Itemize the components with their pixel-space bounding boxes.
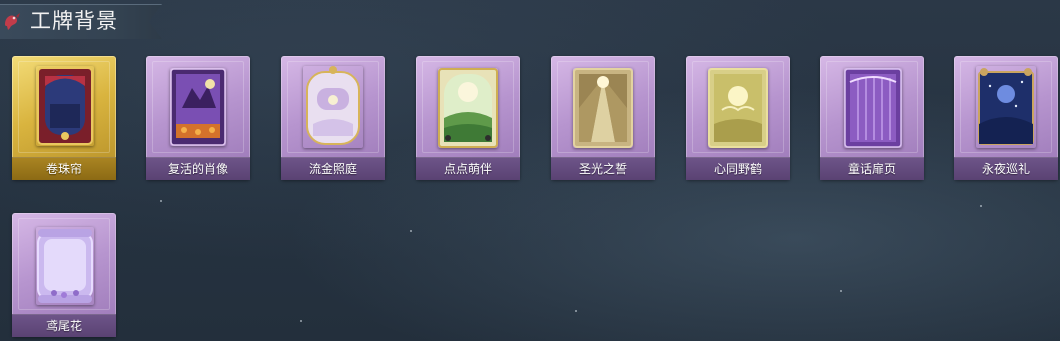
fairytale-page-icon [844, 68, 902, 148]
card-label: 永夜巡礼 [981, 162, 1030, 176]
curtain-portrait-icon [37, 67, 93, 145]
card-wild-crane[interactable]: 心同野鹤 [686, 56, 790, 180]
page-title: 工牌背景 [30, 9, 118, 33]
card-label: 复活的肖像 [167, 162, 228, 176]
red-bird-emblem-icon [2, 10, 22, 32]
card-iris[interactable]: 鸢尾花 [12, 213, 116, 337]
card-eternal-night[interactable]: 永夜巡礼 [954, 56, 1058, 180]
card-label: 点点萌伴 [443, 162, 492, 176]
section-header: 工牌背景 [0, 4, 162, 39]
card-fairytale-page[interactable]: 童话扉页 [820, 56, 924, 180]
golden-courtyard-icon [306, 66, 360, 145]
holy-light-icon [573, 68, 633, 148]
card-label: 圣光之誓 [578, 162, 627, 176]
card-label: 鸢尾花 [45, 319, 82, 333]
card-curtain[interactable]: 卷珠帘 [12, 56, 116, 180]
card-label: 卷珠帘 [45, 162, 82, 176]
eternal-night-icon [978, 68, 1034, 145]
green-meadow-icon [438, 68, 498, 148]
iris-flower-icon [37, 229, 93, 303]
card-golden-courtyard[interactable]: 流金照庭 [281, 56, 385, 180]
wild-crane-icon [708, 68, 768, 148]
card-label: 流金照庭 [308, 162, 357, 176]
card-revived-portrait[interactable]: 复活的肖像 [146, 56, 250, 180]
card-label: 心同野鹤 [713, 162, 762, 176]
haunted-portrait-icon [170, 68, 226, 146]
card-label: 童话扉页 [847, 162, 896, 176]
card-holy-oath[interactable]: 圣光之誓 [551, 56, 655, 180]
card-cute-companion[interactable]: 点点萌伴 [416, 56, 520, 180]
